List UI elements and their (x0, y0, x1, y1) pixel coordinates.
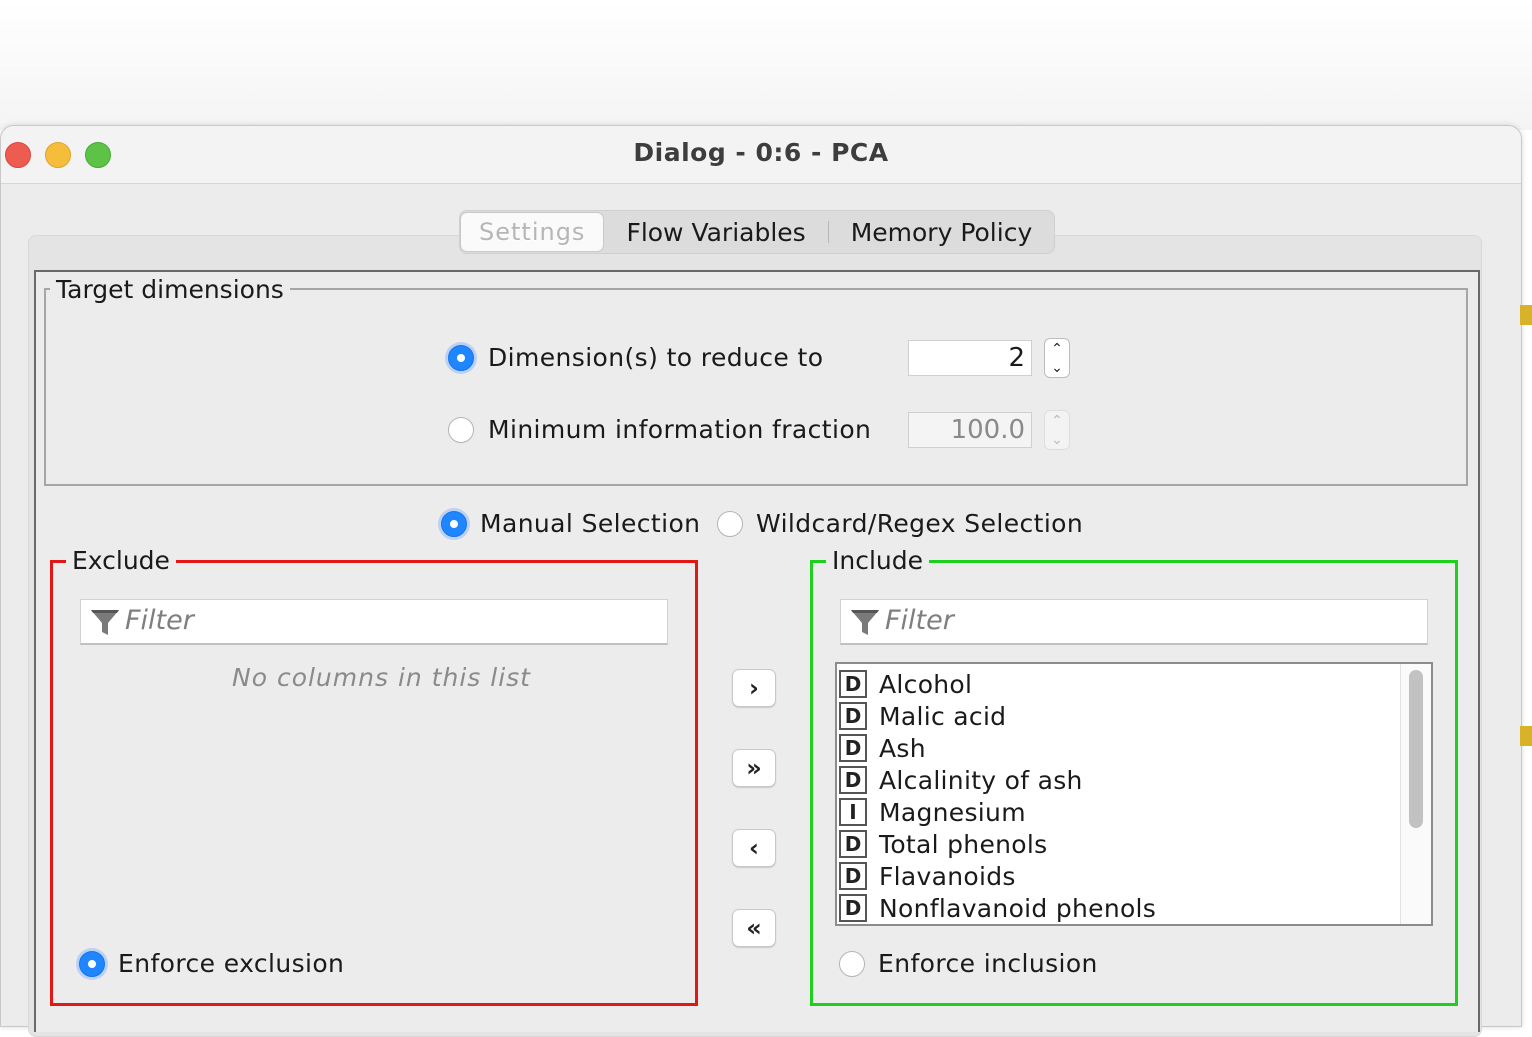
wildcard-selection-label: Wildcard/Regex Selection (756, 509, 1084, 538)
double-type-icon: D (839, 894, 867, 922)
list-item-label: Total phenols (879, 829, 1048, 859)
edge-marker (1520, 305, 1532, 325)
exclude-filter-placeholder: Filter (125, 605, 194, 636)
desktop-background (0, 0, 1532, 130)
tab-flow-variables[interactable]: Flow Variables (604, 212, 827, 252)
target-dimensions-label: Target dimensions (50, 275, 290, 304)
funnel-icon (851, 610, 879, 635)
double-type-icon: D (839, 734, 867, 762)
enforce-exclusion-label: Enforce exclusion (118, 949, 345, 978)
tab-bar: Settings Flow Variables Memory Policy (459, 210, 1056, 254)
dimensions-stepper[interactable]: ⌃ ⌄ (1044, 338, 1070, 378)
remove-button[interactable]: ‹ (732, 829, 776, 867)
list-scrollbar[interactable] (1400, 664, 1431, 924)
enforce-exclusion-radio[interactable] (79, 951, 105, 977)
fraction-radio[interactable] (448, 417, 474, 443)
exclude-empty-message: No columns in this list (232, 663, 531, 692)
list-item[interactable]: D Alcohol (839, 668, 972, 700)
include-column-list[interactable]: D Alcohol D Malic acid D Ash D Alcalinit… (835, 662, 1433, 926)
tab-settings[interactable]: Settings (460, 212, 605, 252)
wildcard-selection-radio[interactable] (717, 511, 743, 537)
list-item-label: Alcalinity of ash (879, 765, 1083, 795)
chevron-down-icon[interactable]: ⌄ (1051, 433, 1063, 447)
list-item[interactable]: I Magnesium (839, 796, 1026, 828)
list-item-label: Flavanoids (879, 861, 1016, 891)
fraction-stepper[interactable]: ⌃ ⌄ (1044, 410, 1070, 450)
edge-marker (1520, 726, 1532, 746)
include-filter-input[interactable]: Filter (840, 599, 1428, 645)
exclude-filter-input[interactable]: Filter (80, 599, 668, 645)
include-label: Include (826, 546, 930, 575)
integer-type-icon: I (839, 798, 867, 826)
include-filter-placeholder: Filter (885, 605, 954, 636)
fraction-input[interactable]: 100.0 (908, 412, 1032, 448)
chevron-up-icon[interactable]: ⌃ (1051, 342, 1063, 356)
double-type-icon: D (839, 830, 867, 858)
double-type-icon: D (839, 862, 867, 890)
list-item[interactable]: D Total phenols (839, 828, 1047, 860)
double-type-icon: D (839, 766, 867, 794)
dimensions-input[interactable]: 2 (908, 340, 1032, 376)
manual-selection-radio[interactable] (441, 511, 467, 537)
fraction-radio-label: Minimum information fraction (488, 415, 872, 444)
list-item-label: Nonflavanoid phenols (879, 893, 1157, 923)
tab-memory-policy[interactable]: Memory Policy (829, 212, 1055, 252)
list-item-label: Magnesium (879, 797, 1026, 827)
remove-all-button[interactable]: « (732, 909, 776, 947)
list-item-label: Malic acid (879, 701, 1007, 731)
add-all-button[interactable]: » (732, 749, 776, 787)
dimensions-radio[interactable] (448, 345, 474, 371)
list-item[interactable]: D Alcalinity of ash (839, 764, 1083, 796)
list-item[interactable]: D Ash (839, 732, 926, 764)
list-item[interactable]: D Malic acid (839, 700, 1006, 732)
chevron-up-icon[interactable]: ⌃ (1051, 414, 1063, 428)
scrollbar-thumb[interactable] (1409, 670, 1423, 828)
exclude-label: Exclude (66, 546, 176, 575)
add-button[interactable]: › (732, 669, 776, 707)
enforce-inclusion-radio[interactable] (839, 951, 865, 977)
list-item-label: Alcohol (879, 669, 973, 699)
double-type-icon: D (839, 702, 867, 730)
list-item-label: Ash (879, 733, 926, 763)
dimensions-radio-label: Dimension(s) to reduce to (488, 343, 824, 372)
enforce-inclusion-label: Enforce inclusion (878, 949, 1098, 978)
double-type-icon: D (839, 670, 867, 698)
list-item[interactable]: D Nonflavanoid phenols (839, 892, 1156, 924)
target-dimensions-group (44, 288, 1468, 486)
list-item[interactable]: D Flavanoids (839, 860, 1016, 892)
chevron-down-icon[interactable]: ⌄ (1051, 361, 1063, 375)
manual-selection-label: Manual Selection (480, 509, 701, 538)
funnel-icon (91, 610, 119, 635)
